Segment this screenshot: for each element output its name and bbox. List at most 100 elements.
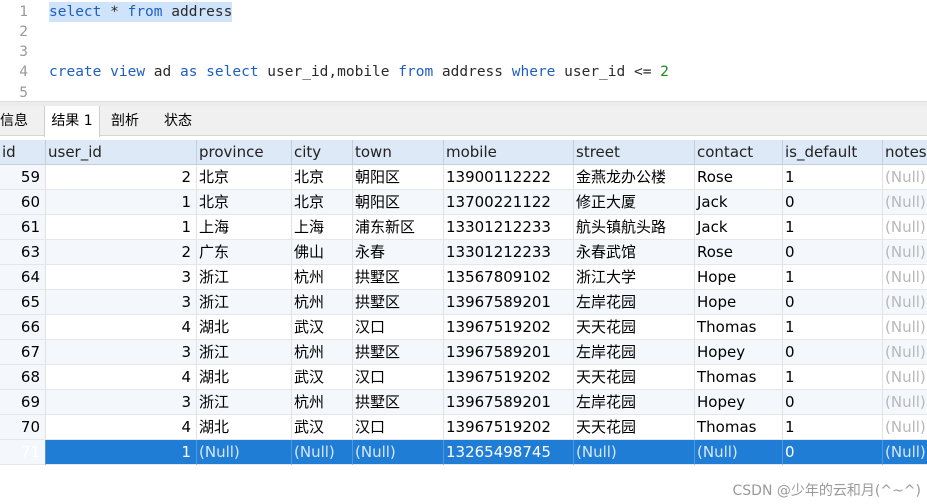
cell-province[interactable]: 浙江 — [197, 290, 292, 315]
table-row[interactable]: 64 3 浙江 杭州 拱墅区 13567809102 浙江大学 Hope 1 (Null) — [0, 265, 927, 290]
cell-province[interactable]: 湖北 — [197, 365, 292, 390]
cell-notes[interactable]: (Null) — [883, 340, 927, 365]
cell-city[interactable]: 武汉 — [292, 415, 353, 440]
editor-line[interactable]: 2 — [0, 22, 927, 42]
cell-user-id[interactable]: 1 — [46, 190, 197, 215]
cell-city[interactable]: 北京 — [292, 190, 353, 215]
cell-town[interactable]: 朝阳区 — [353, 190, 444, 215]
cell-notes[interactable]: (Null) — [883, 190, 927, 215]
cell-town[interactable]: 拱墅区 — [353, 265, 444, 290]
cell-user-id[interactable]: 3 — [46, 265, 197, 290]
cell-is-default[interactable]: 1 — [783, 315, 883, 340]
table-row[interactable]: 60 1 北京 北京 朝阳区 13700221122 修正大厦 Jack 0 (Null) — [0, 190, 927, 215]
cell-notes[interactable]: (Null) — [883, 240, 927, 265]
cell-street[interactable]: 左岸花园 — [574, 340, 695, 365]
cell-notes[interactable]: (Null) — [883, 315, 927, 340]
cell-street[interactable]: 左岸花园 — [574, 290, 695, 315]
cell-town[interactable]: 汉口 — [353, 365, 444, 390]
table-row[interactable]: 61 1 上海 上海 浦东新区 13301212233 航头镇航头路 Jack 1 (Null) — [0, 215, 927, 240]
cell-contact[interactable]: (Null) — [695, 440, 783, 465]
column-header-town[interactable]: town — [353, 140, 444, 165]
editor-line[interactable]: 4 create view ad as select user_id,mobile… — [0, 62, 927, 82]
cell-street[interactable]: 修正大厦 — [574, 190, 695, 215]
cell-id[interactable]: 64 — [0, 265, 46, 290]
table-row[interactable]: 71 1 (Null) (Null) (Null) 13265498745 (Null) (N… — [0, 440, 927, 465]
table-row[interactable]: 66 4 湖北 武汉 汉口 13967519202 天天花园 Thomas 1 (Null) — [0, 315, 927, 340]
tab-info[interactable]: 信息 — [0, 106, 30, 136]
cell-town[interactable]: (Null) — [353, 440, 444, 465]
cell-town[interactable]: 拱墅区 — [353, 390, 444, 415]
cell-street[interactable]: 左岸花园 — [574, 390, 695, 415]
cell-mobile[interactable]: 13967519202 — [444, 415, 574, 440]
cell-id[interactable]: 59 — [0, 165, 46, 190]
cell-contact[interactable]: Thomas — [695, 315, 783, 340]
cell-contact[interactable]: Hopey — [695, 390, 783, 415]
cell-mobile[interactable]: 13567809102 — [444, 265, 574, 290]
cell-notes[interactable]: (Null) — [883, 365, 927, 390]
cell-mobile[interactable]: 13301212233 — [444, 240, 574, 265]
cell-province[interactable]: 北京 — [197, 190, 292, 215]
result-grid[interactable]: id user_id province city town mobile street con… — [0, 140, 927, 465]
table-row[interactable]: 67 3 浙江 杭州 拱墅区 13967589201 左岸花园 Hopey 0 (Null) — [0, 340, 927, 365]
table-row[interactable]: 68 4 湖北 武汉 汉口 13967519202 天天花园 Thomas 1 (Null) — [0, 365, 927, 390]
cell-city[interactable]: 上海 — [292, 215, 353, 240]
column-header-notes[interactable]: notes — [883, 140, 927, 165]
cell-id[interactable]: 66 — [0, 315, 46, 340]
cell-is-default[interactable]: 1 — [783, 365, 883, 390]
cell-province[interactable]: 北京 — [197, 165, 292, 190]
cell-province[interactable]: 浙江 — [197, 265, 292, 290]
table-row[interactable]: 63 2 广东 佛山 永春 13301212233 永春武馆 Rose 0 (Null) — [0, 240, 927, 265]
cell-street[interactable]: 金燕龙办公楼 — [574, 165, 695, 190]
column-header-street[interactable]: street — [574, 140, 695, 165]
editor-line[interactable]: 1 select * from address — [0, 2, 927, 22]
cell-town[interactable]: 浦东新区 — [353, 215, 444, 240]
cell-province[interactable]: (Null) — [197, 440, 292, 465]
cell-notes[interactable]: (Null) — [883, 290, 927, 315]
cell-id[interactable]: 60 — [0, 190, 46, 215]
cell-city[interactable]: 杭州 — [292, 340, 353, 365]
cell-town[interactable]: 永春 — [353, 240, 444, 265]
table-row[interactable]: 70 4 湖北 武汉 汉口 13967519202 天天花园 Thomas 1 (Null) — [0, 415, 927, 440]
cell-mobile[interactable]: 13700221122 — [444, 190, 574, 215]
column-header-user-id[interactable]: user_id — [46, 140, 197, 165]
cell-user-id[interactable]: 3 — [46, 290, 197, 315]
cell-contact[interactable]: Hope — [695, 290, 783, 315]
cell-user-id[interactable]: 4 — [46, 365, 197, 390]
cell-province[interactable]: 上海 — [197, 215, 292, 240]
cell-is-default[interactable]: 0 — [783, 440, 883, 465]
cell-id[interactable]: 70 — [0, 415, 46, 440]
cell-is-default[interactable]: 0 — [783, 240, 883, 265]
cell-city[interactable]: (Null) — [292, 440, 353, 465]
tab-profile[interactable]: 剖析 — [100, 106, 150, 136]
cell-notes[interactable]: (Null) — [883, 440, 927, 465]
cell-is-default[interactable]: 0 — [783, 190, 883, 215]
cell-user-id[interactable]: 3 — [46, 390, 197, 415]
column-header-id[interactable]: id — [0, 140, 46, 165]
cell-notes[interactable]: (Null) — [883, 390, 927, 415]
cell-user-id[interactable]: 2 — [46, 240, 197, 265]
cell-mobile[interactable]: 13967519202 — [444, 365, 574, 390]
cell-contact[interactable]: Jack — [695, 215, 783, 240]
cell-contact[interactable]: Hope — [695, 265, 783, 290]
cell-town[interactable]: 汉口 — [353, 415, 444, 440]
cell-is-default[interactable]: 1 — [783, 265, 883, 290]
cell-id[interactable]: 68 — [0, 365, 46, 390]
table-row[interactable]: 59 2 北京 北京 朝阳区 13900112222 金燕龙办公楼 Rose 1 (Null) — [0, 165, 927, 190]
cell-street[interactable]: 天天花园 — [574, 415, 695, 440]
cell-is-default[interactable]: 0 — [783, 340, 883, 365]
cell-mobile[interactable]: 13967589201 — [444, 390, 574, 415]
cell-is-default[interactable]: 0 — [783, 390, 883, 415]
cell-city[interactable]: 武汉 — [292, 365, 353, 390]
cell-street[interactable]: (Null) — [574, 440, 695, 465]
cell-contact[interactable]: Rose — [695, 240, 783, 265]
cell-province[interactable]: 湖北 — [197, 415, 292, 440]
cell-mobile[interactable]: 13967519202 — [444, 315, 574, 340]
cell-town[interactable]: 拱墅区 — [353, 340, 444, 365]
cell-contact[interactable]: Rose — [695, 165, 783, 190]
cell-town[interactable]: 拱墅区 — [353, 290, 444, 315]
cell-id[interactable]: 71 — [0, 440, 46, 465]
cell-street[interactable]: 航头镇航头路 — [574, 215, 695, 240]
cell-id[interactable]: 67 — [0, 340, 46, 365]
cell-user-id[interactable]: 1 — [46, 215, 197, 240]
cell-city[interactable]: 武汉 — [292, 315, 353, 340]
